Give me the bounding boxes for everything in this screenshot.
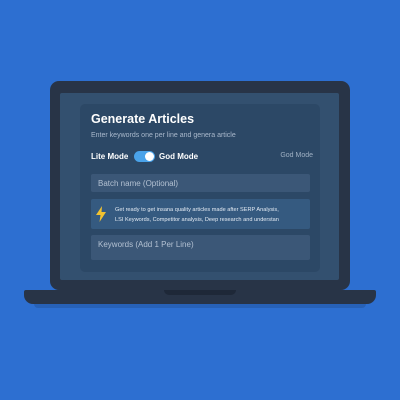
laptop-notch: [164, 290, 236, 295]
current-mode-status: God Mode: [280, 152, 313, 159]
mode-switch-row: Lite Mode God Mode God Mode: [91, 151, 313, 163]
panel-subtitle: Enter keywords one per line and genera a…: [91, 132, 236, 139]
keywords-placeholder: Keywords (Add 1 Per Line): [98, 240, 194, 249]
keywords-textarea[interactable]: Keywords (Add 1 Per Line): [91, 235, 310, 260]
god-mode-label[interactable]: God Mode: [159, 152, 198, 161]
info-notice: Get ready to get insana quality articles…: [91, 199, 310, 229]
batch-name-placeholder: Batch name (Optional): [98, 179, 179, 188]
toggle-knob: [145, 152, 154, 161]
panel-title: Generate Articles: [91, 112, 195, 126]
mode-toggle[interactable]: [134, 151, 155, 162]
info-text-line: Get ready to get insana quality articles…: [115, 207, 279, 213]
laptop-shadow: [34, 304, 366, 308]
lite-mode-label[interactable]: Lite Mode: [91, 152, 128, 161]
lightning-icon: [96, 206, 106, 222]
batch-name-input[interactable]: Batch name (Optional): [91, 174, 310, 192]
generate-articles-panel: Generate Articles Enter keywords one per…: [80, 104, 320, 272]
info-text-line: LSI Keywords, Competitor analysis, Deep …: [115, 217, 279, 223]
